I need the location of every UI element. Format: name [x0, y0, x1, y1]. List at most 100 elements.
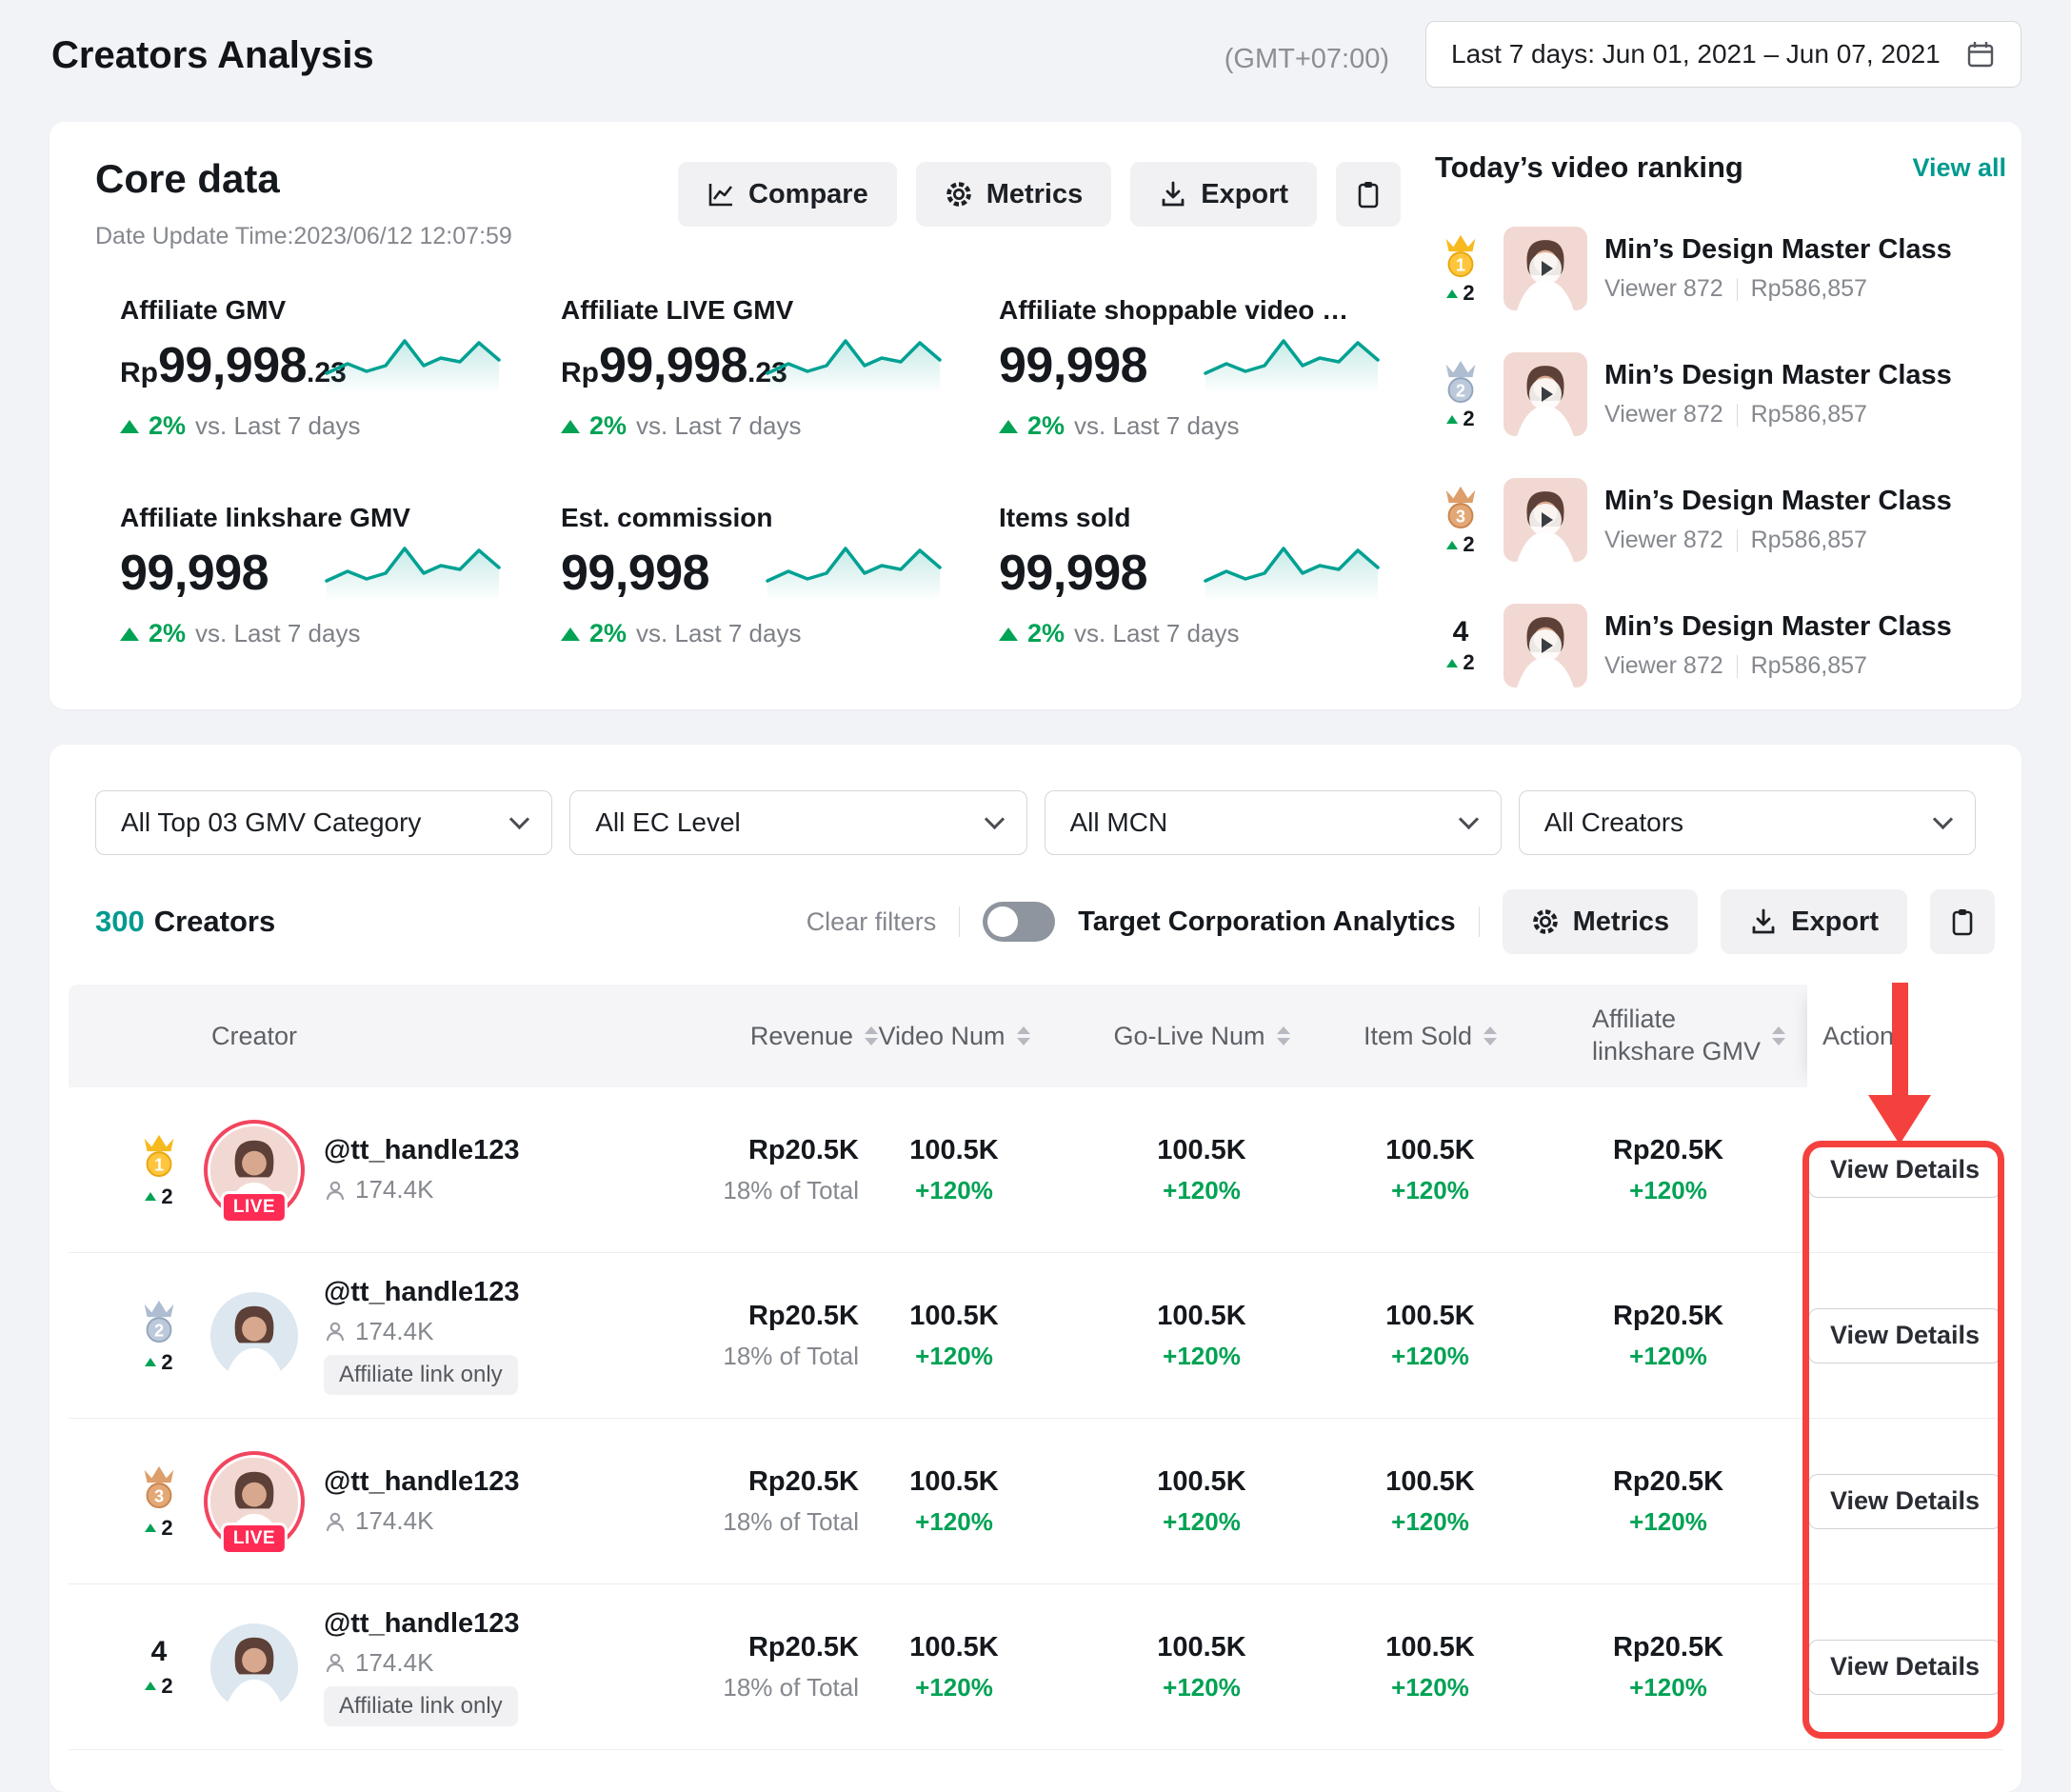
toggle-label: Target Corporation Analytics [1078, 906, 1455, 938]
column-header-revenue: Revenue [659, 985, 878, 1087]
table-controls-row: 300 Creators Clear filters Target Corpor… [95, 887, 1995, 956]
video-gmv: Rp586,857 [1751, 652, 1867, 680]
rank-change: 2 [1446, 281, 1474, 306]
linkshare-gmv-change: +120% [1629, 1673, 1707, 1702]
rank-change: 2 [145, 1350, 172, 1375]
chevron-down-icon [1933, 808, 1953, 828]
video-thumbnail[interactable] [1503, 604, 1587, 687]
sort-icon[interactable] [1017, 1026, 1030, 1045]
view-details-button[interactable]: View Details [1808, 1474, 2001, 1529]
viewer-count: Viewer 872 [1604, 401, 1723, 428]
up-triangle-icon [1446, 415, 1458, 424]
timezone-label: (GMT+07:00) [1225, 44, 1389, 75]
metric-card-affiliate-gmv: Affiliate GMV Rp99,998.23 2%vs. Last 7 d… [120, 295, 501, 441]
gear-icon [1531, 907, 1560, 936]
video-ranking-panel: Today’s video ranking View all 1 2 Min’s… [1435, 150, 2006, 687]
play-icon [1529, 378, 1562, 410]
metric-card-affiliate-linkshare-gmv: Affiliate linkshare GMV 99,998 2%vs. Las… [120, 503, 501, 648]
dropdown-gmv-category[interactable]: All Top 03 GMV Category [95, 790, 552, 855]
sparkline-chart [325, 535, 501, 602]
sparkline-chart [1204, 535, 1380, 602]
up-triangle-icon [1446, 289, 1458, 298]
golive-num-value: 100.5K [1157, 1135, 1246, 1166]
data-update-time: Date Update Time:2023/06/12 12:07:59 [95, 223, 512, 250]
rank-number: 4 [151, 1636, 168, 1668]
clipboard-icon [1948, 907, 1977, 936]
svg-text:3: 3 [1456, 507, 1465, 526]
metrics-button[interactable]: Metrics [916, 162, 1112, 227]
person-photo [210, 1292, 298, 1380]
rank-number: 4 [1453, 616, 1469, 648]
gold-crown-rank-icon: 1 [1439, 231, 1483, 279]
date-range-picker[interactable]: Last 7 days: Jun 01, 2021 – Jun 07, 2021 [1425, 21, 2021, 88]
dropdown-creators[interactable]: All Creators [1519, 790, 1976, 855]
svg-text:2: 2 [1456, 381, 1465, 400]
golive-num-change: +120% [1163, 1673, 1241, 1702]
currency-prefix: Rp [120, 357, 158, 389]
column-header-action: Action [1807, 985, 2002, 1087]
view-details-button[interactable]: View Details [1808, 1640, 2001, 1695]
gear-icon [945, 180, 973, 209]
sort-icon[interactable] [1772, 1026, 1785, 1045]
clear-filters-link[interactable]: Clear filters [806, 907, 937, 937]
video-thumbnail[interactable] [1503, 352, 1587, 436]
play-icon [1529, 504, 1562, 536]
affiliate-link-only-tag: Affiliate link only [324, 1686, 518, 1726]
currency-prefix: Rp [561, 357, 599, 389]
video-thumbnail[interactable] [1503, 227, 1587, 310]
linkshare-gmv-value: Rp20.5K [1613, 1632, 1723, 1663]
sort-icon[interactable] [1484, 1026, 1497, 1045]
rank-change: 2 [145, 1516, 172, 1541]
metric-change: 2% [1027, 411, 1065, 441]
creator-handle: @tt_handle123 [324, 1608, 520, 1640]
table-copy-button[interactable] [1930, 889, 1995, 954]
viewer-count: Viewer 872 [1604, 527, 1723, 554]
view-details-button[interactable]: View Details [1808, 1308, 2001, 1364]
compare-button[interactable]: Compare [678, 162, 897, 227]
dropdown-ec-level[interactable]: All EC Level [569, 790, 1026, 855]
ranking-item[interactable]: 1 2 Min’s Design Master Class Viewer 872… [1435, 227, 2006, 310]
rank-change: 2 [1446, 407, 1474, 431]
target-analytics-toggle[interactable] [983, 902, 1055, 942]
ranking-item[interactable]: 3 2 Min’s Design Master Class Viewer 872… [1435, 478, 2006, 562]
revenue-value: Rp20.5K [748, 1301, 859, 1332]
golive-num-change: +120% [1163, 1176, 1241, 1205]
view-details-button[interactable]: View Details [1808, 1143, 2001, 1198]
clipboard-icon [1354, 180, 1383, 209]
up-triangle-icon [145, 1358, 156, 1366]
dropdown-mcn[interactable]: All MCN [1045, 790, 1502, 855]
video-gmv: Rp586,857 [1751, 527, 1867, 554]
table-export-label: Export [1791, 906, 1879, 938]
live-badge: LIVE [221, 1523, 288, 1555]
ranking-item[interactable]: 2 2 Min’s Design Master Class Viewer 872… [1435, 352, 2006, 436]
item-sold-value: 100.5K [1385, 1466, 1475, 1498]
divider [1737, 529, 1738, 552]
person-icon [324, 1651, 347, 1674]
video-thumbnail[interactable] [1503, 478, 1587, 562]
view-all-link[interactable]: View all [1912, 153, 2006, 183]
metric-card-affiliate-live-gmv: Affiliate LIVE GMV Rp99,998.23 2%vs. Las… [561, 295, 942, 441]
creator-handle: @tt_handle123 [324, 1277, 520, 1308]
sparkline-chart [325, 328, 501, 394]
up-triangle-icon [999, 627, 1018, 641]
play-icon [1529, 252, 1562, 285]
live-badge: LIVE [221, 1191, 288, 1224]
video-title: Min’s Design Master Class [1604, 611, 2006, 643]
follower-count: 174.4K [324, 1175, 433, 1205]
export-button[interactable]: Export [1130, 162, 1317, 227]
metric-label: Items sold [999, 503, 1380, 533]
table-export-button[interactable]: Export [1721, 889, 1907, 954]
sparkline-chart [1204, 328, 1380, 394]
sort-icon[interactable] [1277, 1026, 1290, 1045]
rank-change: 2 [1446, 650, 1474, 675]
up-triangle-icon [999, 420, 1018, 433]
copy-report-button[interactable] [1336, 162, 1401, 227]
metric-label: Affiliate linkshare GMV [120, 503, 501, 533]
video-num-change: +120% [915, 1507, 993, 1537]
metric-change-row: 2%vs. Last 7 days [120, 411, 501, 441]
table-metrics-button[interactable]: Metrics [1503, 889, 1699, 954]
creators-table-card: All Top 03 GMV Category All EC Level All… [50, 745, 2021, 1792]
ranking-item[interactable]: 4 2 Min’s Design Master Class Viewer 872… [1435, 604, 2006, 687]
avatar [210, 1623, 298, 1711]
video-num-value: 100.5K [909, 1135, 999, 1166]
